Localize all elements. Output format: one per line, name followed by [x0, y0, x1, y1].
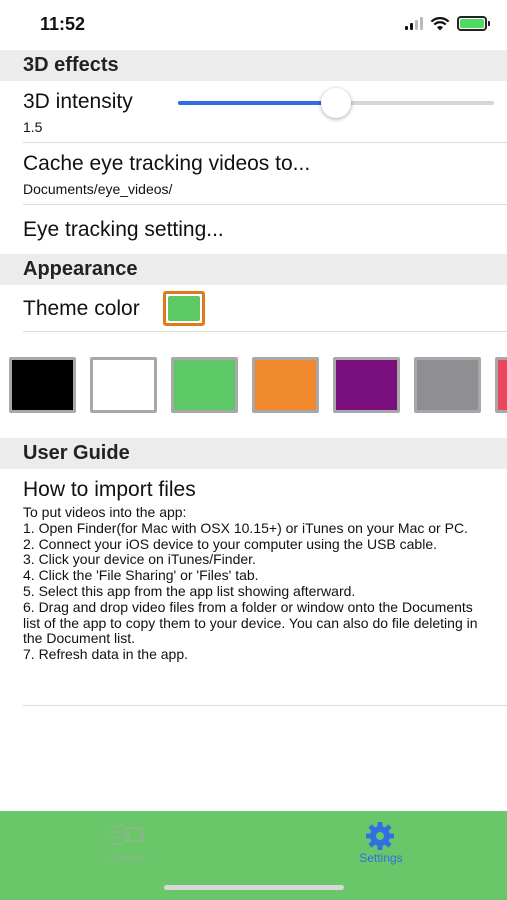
- theme-color-label: Theme color: [23, 297, 140, 320]
- film-list-icon: [110, 825, 144, 845]
- theme-color-fill: [168, 296, 200, 321]
- tab-videos[interactable]: Videos: [0, 811, 254, 871]
- divider: [23, 705, 507, 706]
- palette-color-swatch[interactable]: [414, 357, 481, 413]
- palette-color-swatch[interactable]: [171, 357, 238, 413]
- palette-color-swatch[interactable]: [333, 357, 400, 413]
- palette-color-swatch[interactable]: [495, 357, 507, 413]
- row-3d-intensity: 3D intensity 1.5: [23, 81, 507, 143]
- home-indicator: [164, 885, 344, 890]
- status-time: 11:52: [40, 14, 86, 34]
- guide-title: How to import files: [23, 478, 196, 501]
- section-header-user-guide: User Guide: [0, 438, 507, 469]
- intensity-slider-thumb[interactable]: [321, 88, 351, 118]
- intensity-value: 1.5: [23, 119, 43, 135]
- section-header-3d-effects: 3D effects: [0, 50, 507, 81]
- section-header-appearance: Appearance: [0, 254, 507, 285]
- theme-color-swatch[interactable]: [163, 291, 205, 326]
- row-theme-color: Theme color: [23, 285, 507, 332]
- palette-color-swatch[interactable]: [90, 357, 157, 413]
- battery-icon: [457, 16, 490, 31]
- color-palette: [9, 357, 507, 413]
- palette-color-swatch[interactable]: [252, 357, 319, 413]
- wifi-icon: [430, 16, 450, 30]
- row-eye-tracking-setting[interactable]: Eye tracking setting...: [23, 205, 507, 254]
- cache-path: Documents/eye_videos/: [23, 181, 173, 197]
- status-bar: 11:52: [0, 0, 507, 50]
- palette-color-swatch[interactable]: [9, 357, 76, 413]
- intensity-slider-fill: [178, 101, 336, 105]
- row-cache-videos[interactable]: Cache eye tracking videos to... Document…: [23, 143, 507, 205]
- guide-body: To put videos into the app: 1. Open Find…: [23, 504, 478, 663]
- status-icons: [405, 16, 490, 31]
- cache-label: Cache eye tracking videos to...: [23, 152, 311, 175]
- eye-tracking-label: Eye tracking setting...: [23, 218, 224, 241]
- gear-icon: [366, 822, 394, 850]
- tab-videos-label: Videos: [108, 851, 146, 865]
- tab-settings-label: Settings: [359, 851, 403, 865]
- tab-settings[interactable]: Settings: [254, 811, 507, 871]
- cellular-signal-icon: [405, 17, 423, 30]
